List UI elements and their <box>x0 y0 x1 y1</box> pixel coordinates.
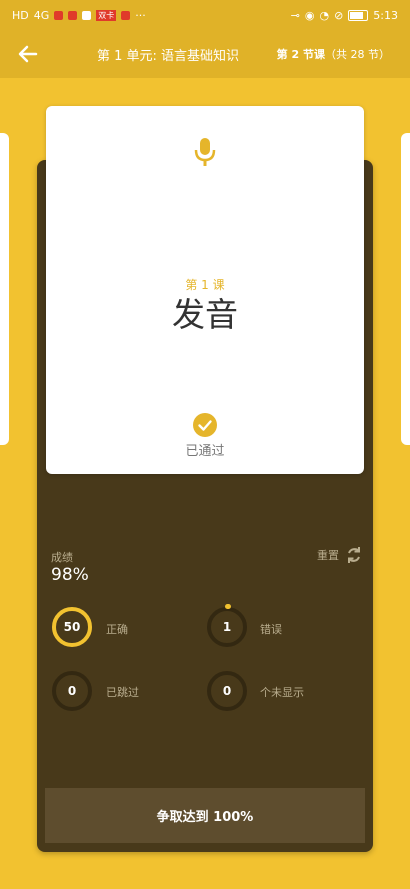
app-notification-icon-3 <box>121 10 131 20</box>
wrong-count-ring: 1 <box>207 607 247 647</box>
eye-icon: ◉ <box>304 8 315 22</box>
status-right: ⊸ ◉ ◔ ⊘ 5:13 <box>291 9 398 22</box>
app-notification-icon <box>54 10 64 20</box>
aim-for-100-button[interactable]: 争取达到 100% <box>45 788 365 843</box>
lesson-total: （共 28 节） <box>325 48 390 61</box>
unshown-label: 个未显示 <box>260 686 304 699</box>
qq-notification-icon <box>82 10 92 20</box>
notification-badge-label: 双卡 <box>96 9 117 21</box>
reset-button[interactable]: 重置 <box>317 545 363 565</box>
mute-icon: ⊘ <box>334 8 344 22</box>
clock-time: 5:13 <box>373 8 398 22</box>
unshown-count-ring: 0 <box>207 671 247 711</box>
reset-label: 重置 <box>317 549 339 562</box>
signal-label: 4G <box>33 8 50 22</box>
lesson-number: 第 2 节课 <box>276 48 325 61</box>
back-arrow-icon[interactable] <box>14 40 42 68</box>
microphone-icon <box>194 138 216 166</box>
refresh-icon <box>348 547 360 563</box>
skipped-count-ring: 0 <box>52 671 92 711</box>
lesson-name: 发音 <box>172 295 238 334</box>
status-bar: HD 4G 双卡 ··· ⊸ ◉ ◔ ⊘ 5:13 <box>0 0 410 30</box>
app-notification-icon-2 <box>68 10 78 20</box>
battery-icon <box>348 9 369 21</box>
lesson-count: 第 2 节课（共 28 节） <box>277 46 390 62</box>
score-label: 成绩 <box>51 551 73 564</box>
correct-count-ring: 50 <box>52 607 92 647</box>
unit-title: 第 1 单元: 语言基础知识 <box>97 49 240 64</box>
wrong-progress-mark <box>225 604 231 609</box>
check-circle-icon <box>193 413 217 437</box>
status-left: HD 4G 双卡 ··· <box>12 9 146 22</box>
correct-label: 正确 <box>106 623 128 636</box>
skipped-label: 已跳过 <box>106 686 139 699</box>
key-icon: ⊸ <box>290 8 300 22</box>
network-label: HD <box>12 8 29 22</box>
passed-status-label: 已通过 <box>185 444 225 459</box>
wrong-label: 错误 <box>260 623 282 636</box>
score-value: 98% <box>51 565 89 585</box>
more-notifications-label: ··· <box>135 8 146 22</box>
alarm-icon: ◔ <box>319 8 330 22</box>
app-header: 第 1 单元: 语言基础知识 第 2 节课（共 28 节） <box>0 30 410 78</box>
